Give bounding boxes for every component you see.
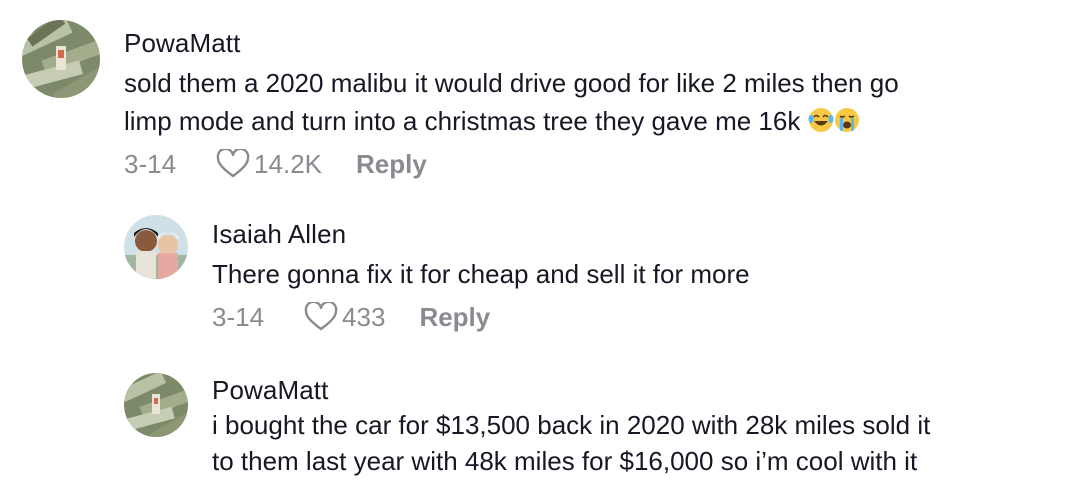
comment-date: 3-14 [212,301,265,332]
comment-text: sold them a 2020 malibu it would drive g… [124,64,899,140]
avatar-money-image [22,20,100,98]
comment-body: PowaMatt sold them a 2020 malibu it woul… [124,20,899,184]
username[interactable]: Isaiah Allen [212,219,750,249]
comment-body: PowaMatt i bought the car for $13,500 ba… [212,373,930,479]
like-button[interactable]: 433 [304,302,385,333]
laughing-tears-emoji-icon [808,105,834,132]
reply-comment: Isaiah Allen There gonna fix it for chea… [124,215,750,337]
username[interactable]: PowaMatt [124,28,899,58]
comment-meta: 3-14 14.2K Reply [124,144,899,184]
comment-text: i bought the car for $13,500 back in 202… [212,410,931,476]
like-count: 14.2K [254,148,322,179]
like-button[interactable]: 14.2K [216,149,322,180]
avatar[interactable] [22,20,100,98]
crying-emoji-icon [834,105,860,132]
comment-text-content: sold them a 2020 malibu it would drive g… [124,68,899,136]
like-count: 433 [342,301,386,332]
heart-outline-icon [216,149,250,178]
comment-date: 3-14 [124,148,177,179]
comment: PowaMatt sold them a 2020 malibu it woul… [22,20,899,184]
username[interactable]: PowaMatt [212,375,930,405]
avatar[interactable] [124,215,188,279]
comment-meta: 3-14 433 Reply [212,297,750,337]
avatar-money-image [124,373,188,437]
avatar-photo-image [124,215,188,279]
reply-button[interactable]: Reply [356,149,427,180]
comment-body: Isaiah Allen There gonna fix it for chea… [212,215,750,337]
reply-button[interactable]: Reply [419,302,490,333]
heart-outline-icon [304,302,338,331]
reply-comment: PowaMatt i bought the car for $13,500 ba… [124,373,930,479]
comment-text: There gonna fix it for cheap and sell it… [212,259,750,289]
avatar[interactable] [124,373,188,437]
